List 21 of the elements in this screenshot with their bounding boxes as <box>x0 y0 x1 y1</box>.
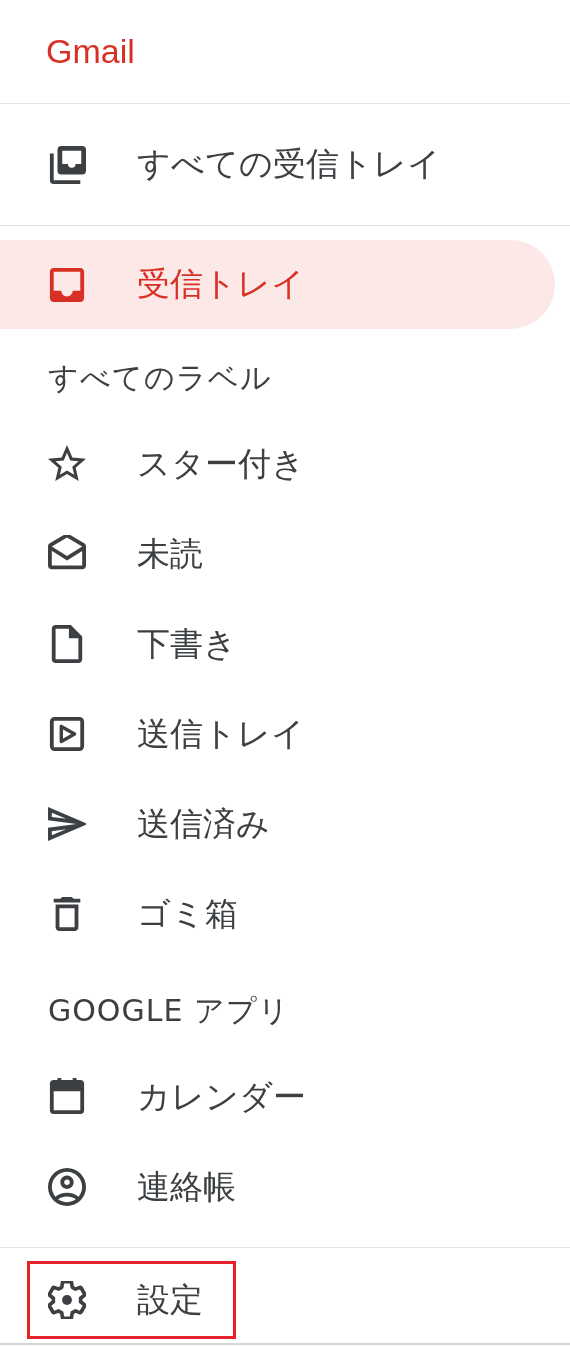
gmail-logo: Gmail <box>46 32 135 71</box>
section-heading: GOOGLE アプリ <box>48 992 290 1030</box>
outbox-icon <box>48 715 86 753</box>
nav-item[interactable]: 送信済み <box>0 779 555 869</box>
nav-item[interactable]: 連絡帳 <box>0 1142 555 1232</box>
send-icon <box>48 805 86 843</box>
settings-item[interactable]: 設定 <box>27 1261 236 1339</box>
settings-icon <box>48 1281 86 1319</box>
calendar-icon <box>48 1078 86 1116</box>
inbox-icon <box>48 265 86 304</box>
nav-item[interactable]: 未読 <box>0 509 555 599</box>
star-icon <box>48 445 86 483</box>
nav-item[interactable]: 下書き <box>0 599 555 689</box>
nav-item[interactable]: すべての受信トレイ <box>0 104 555 225</box>
nav-item[interactable]: カレンダー <box>0 1052 555 1142</box>
nav-item[interactable]: 送信トレイ <box>0 689 555 779</box>
nav-item[interactable]: 受信トレイ <box>0 240 555 329</box>
nav-item[interactable]: スター付き <box>0 419 555 509</box>
nav-item[interactable]: ゴミ箱 <box>0 869 555 959</box>
stacked-inbox-icon <box>48 145 86 184</box>
section-heading: すべてのラベル <box>48 359 272 397</box>
